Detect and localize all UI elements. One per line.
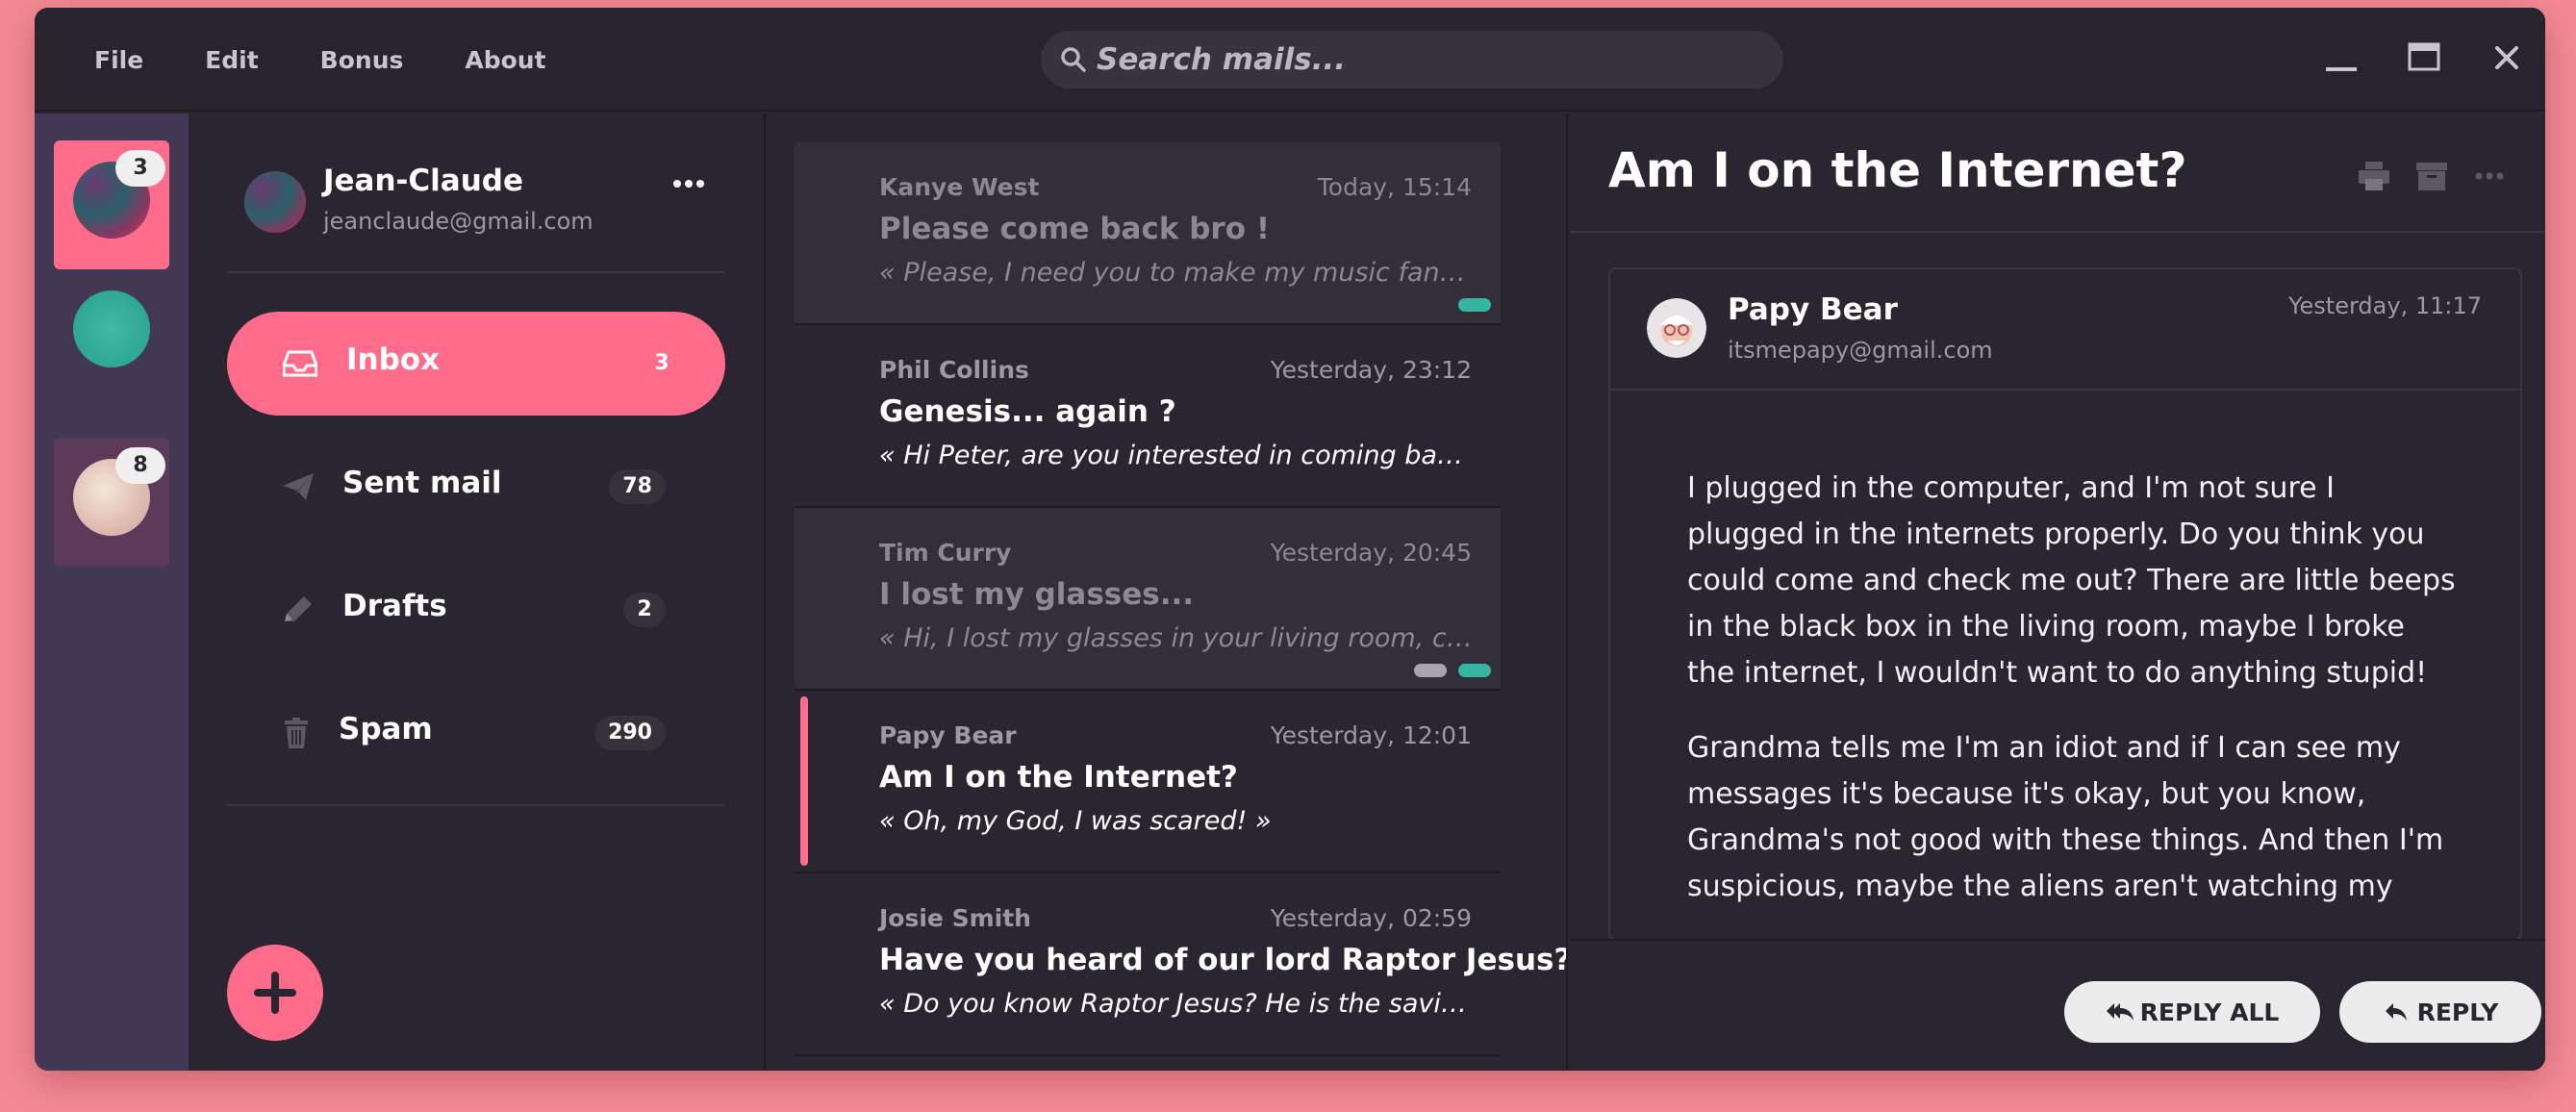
archive-icon[interactable] — [2414, 160, 2449, 192]
tag-label — [1458, 664, 1491, 677]
sender-name: Papy Bear — [1728, 292, 1898, 327]
compose-button[interactable] — [227, 945, 323, 1041]
more-options-icon[interactable] — [669, 169, 708, 198]
mail-item[interactable]: Kanye West Today, 15:14 Please come back… — [795, 142, 1501, 325]
message-paragraph: I plugged in the computer, and I'm not s… — [1687, 471, 2456, 690]
mail-list: Kanye West Today, 15:14 Please come back… — [766, 114, 1568, 1071]
folder-count: 290 — [594, 716, 666, 750]
folder-sent-mail[interactable]: Sent mail 78 — [227, 435, 725, 539]
tag-label — [1414, 664, 1447, 677]
mail-subject: I lost my glasses... — [879, 577, 1195, 612]
search-input[interactable] — [1097, 42, 1783, 77]
menu-bonus[interactable]: Bonus — [320, 46, 404, 74]
mail-from: Josie Smith — [879, 904, 1031, 932]
avatar — [73, 291, 150, 367]
divider — [227, 804, 725, 806]
reply-label: REPLY — [2416, 998, 2499, 1026]
selected-indicator — [800, 696, 808, 866]
folder-inbox[interactable]: Inbox 3 — [227, 312, 725, 416]
reply-icon — [2385, 1003, 2407, 1021]
folder-label: Drafts — [342, 589, 447, 623]
search-icon — [1061, 47, 1086, 72]
mail-app-window: File Edit Bonus About Search mails... 3 … — [35, 8, 2545, 1071]
divider — [1570, 231, 2545, 233]
reply-bar: REPLY ALL REPLY — [1570, 939, 2545, 1071]
folder-label: Spam — [339, 712, 433, 746]
folder-label: Sent mail — [342, 466, 502, 500]
user-email: jeanclaude@gmail.com — [323, 208, 593, 235]
trash-icon — [285, 718, 308, 748]
menu-edit[interactable]: Edit — [205, 46, 259, 74]
mail-time: Yesterday, 12:01 — [1270, 721, 1472, 749]
paper-plane-icon — [283, 473, 314, 500]
mail-subject: Please come back bro ! — [879, 212, 1270, 246]
mail-subject: Genesis... again ? — [879, 394, 1176, 429]
folder-panel: Jean-Claude jeanclaude@gmail.com Inbox 3… — [189, 114, 766, 1071]
folder-count: 2 — [623, 593, 666, 627]
inbox-icon — [283, 350, 317, 377]
mail-time: Yesterday, 02:59 — [1270, 904, 1472, 932]
mail-from: Papy Bear — [879, 721, 1017, 749]
mail-time: Today, 15:14 — [1317, 173, 1472, 201]
message-reader: Am I on the Internet? Papy Bear itsmepap… — [1570, 114, 2545, 1071]
minimize-icon[interactable] — [2318, 35, 2364, 81]
search-bar — [1041, 31, 1783, 88]
divider — [227, 271, 725, 273]
mail-item[interactable]: Phil Collins Yesterday, 23:12 Genesis...… — [795, 325, 1501, 508]
menu-bar: File Edit Bonus About — [94, 8, 546, 112]
title-bar: File Edit Bonus About — [35, 8, 2545, 112]
message-body: I plugged in the computer, and I'm not s… — [1687, 466, 2457, 939]
more-options-icon[interactable] — [2472, 160, 2507, 192]
account-rail: 3 8 — [35, 114, 189, 1071]
mail-preview: « Oh, my God, I was scared! » — [879, 806, 1272, 836]
mail-preview: « Do you know Raptor Jesus? He is the sa… — [879, 989, 1476, 1019]
folder-label: Inbox — [346, 342, 441, 377]
mail-time: Yesterday, 23:12 — [1270, 356, 1472, 384]
folder-count: 78 — [609, 469, 666, 504]
avatar — [1647, 298, 1706, 358]
mail-from: Kanye West — [879, 173, 1040, 201]
mail-preview: « Hi Peter, are you interested in coming… — [879, 441, 1476, 470]
maximize-icon[interactable] — [2401, 35, 2447, 81]
account-badge: 3 — [115, 150, 165, 187]
account-2[interactable] — [54, 269, 169, 398]
account-1[interactable]: 3 — [54, 140, 169, 269]
divider — [1610, 389, 2520, 391]
folder-count: 3 — [654, 351, 669, 375]
print-icon[interactable] — [2357, 160, 2391, 192]
message-title: Am I on the Internet? — [1608, 142, 2187, 198]
message-paragraph: Grandma tells me I'm an idiot and if I c… — [1687, 731, 2444, 903]
user-avatar[interactable] — [244, 171, 306, 233]
menu-file[interactable]: File — [94, 46, 143, 74]
reply-all-label: REPLY ALL — [2139, 998, 2280, 1026]
user-name: Jean-Claude — [323, 164, 523, 198]
mail-item[interactable]: Tim Curry Yesterday, 20:45 I lost my gla… — [795, 508, 1501, 691]
sender-email: itsmepapy@gmail.com — [1728, 337, 1993, 364]
mail-preview: « Hi, I lost my glasses in your living r… — [879, 623, 1476, 653]
folder-drafts[interactable]: Drafts 2 — [227, 558, 725, 662]
mail-item[interactable]: Josie Smith Yesterday, 02:59 Have you he… — [795, 873, 1566, 1056]
account-badge: 8 — [115, 447, 165, 484]
folder-spam[interactable]: Spam 290 — [227, 681, 725, 785]
reply-all-button[interactable]: REPLY ALL — [2064, 981, 2320, 1043]
mail-subject: Am I on the Internet? — [879, 760, 1238, 795]
message-card: Papy Bear itsmepapy@gmail.com Yesterday,… — [1608, 267, 2522, 941]
pencil-icon — [285, 596, 312, 621]
message-time: Yesterday, 11:17 — [2288, 292, 2482, 319]
close-icon[interactable] — [2484, 35, 2530, 81]
mail-from: Phil Collins — [879, 356, 1029, 384]
plus-icon — [254, 972, 296, 1014]
mail-subject: Have you heard of our lord Raptor Jesus? — [879, 943, 1568, 977]
reply-all-icon — [2106, 1003, 2134, 1021]
account-3[interactable]: 8 — [54, 438, 169, 567]
mail-item-selected[interactable]: Papy Bear Yesterday, 12:01 Am I on the I… — [795, 691, 1501, 873]
mail-from: Tim Curry — [879, 539, 1012, 567]
tag-label — [1458, 298, 1491, 312]
mail-time: Yesterday, 20:45 — [1270, 539, 1472, 567]
reply-button[interactable]: REPLY — [2339, 981, 2541, 1043]
mail-preview: « Please, I need you to make my music fa… — [879, 258, 1476, 288]
menu-about[interactable]: About — [465, 46, 545, 74]
